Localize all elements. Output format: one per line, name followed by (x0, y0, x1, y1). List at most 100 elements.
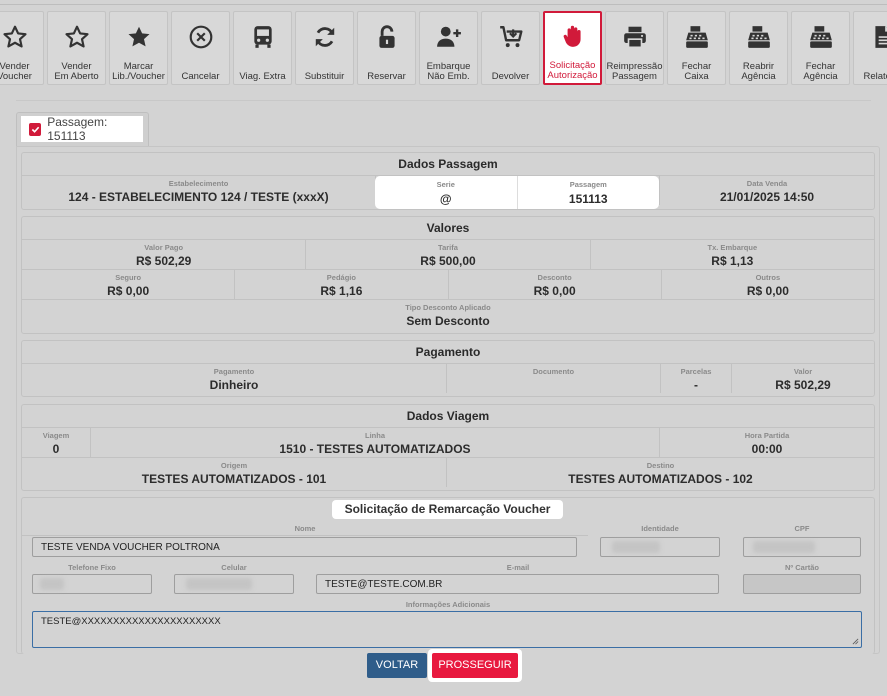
cart-return-icon (499, 26, 522, 48)
celular-label: Celular (221, 563, 247, 572)
field-value: 1510 - TESTES AUTOMATIZADOS (279, 442, 471, 456)
hand-stop-icon (563, 25, 581, 47)
fechar-agencia-button[interactable]: Fechar Agência (791, 11, 850, 85)
action-toolbar: Vender Voucher Vender Em Aberto Marcar L… (0, 11, 887, 87)
reservar-button[interactable]: Reservar (357, 11, 416, 85)
star-filled-icon (127, 26, 150, 47)
section-title: Pagamento (22, 341, 874, 364)
nome-input[interactable]: TESTE VENDA VOUCHER POLTRONA (32, 537, 577, 557)
serie-passagem-highlight: Serie @ Passagem 151113 (375, 176, 659, 209)
toolbar-label: Reimpressão Passagem (606, 61, 663, 82)
vender-voucher-button[interactable]: Vender Voucher (0, 11, 44, 85)
bus-icon (253, 26, 272, 48)
checkbox-checked[interactable] (29, 122, 42, 136)
field-label: Hora Partida (744, 431, 790, 440)
field-label: Destino (646, 461, 675, 470)
voltar-button[interactable]: VOLTAR (367, 653, 427, 678)
field-value: Sem Desconto (406, 314, 490, 328)
fechar-caixa-button[interactable]: Fechar Caixa (667, 11, 726, 85)
devolver-button[interactable]: Devolver (481, 11, 540, 85)
destino-field: Destino TESTES AUTOMATIZADOS - 102 (447, 458, 874, 487)
field-label: Documento (532, 367, 575, 376)
tab-passagem[interactable]: Passagem: 151113 (16, 112, 149, 146)
resize-handle-icon[interactable] (852, 638, 859, 645)
cartao-label: Nº Cartão (785, 563, 819, 572)
section-title: Dados Viagem (22, 405, 874, 428)
cpf-label: CPF (794, 524, 810, 533)
toolbar-label: Fechar Agência (803, 61, 838, 82)
user-plus-icon (436, 26, 461, 47)
field-value: TESTES AUTOMATIZADOS - 102 (568, 472, 753, 486)
field-value: 151113 (568, 192, 608, 206)
field-label: Desconto (537, 273, 572, 282)
field-label: Serie (436, 180, 455, 189)
embarque-nao-emb-button[interactable]: Embarque Não Emb. (419, 11, 478, 85)
field-label: Tx. Embarque (707, 243, 758, 252)
field-value: TESTES AUTOMATIZADOS - 101 (141, 472, 327, 486)
toolbar-label: Solicitação Autorização (547, 60, 598, 81)
email-input[interactable]: TESTE@TESTE.COM.BR (316, 574, 719, 594)
seguro-field: Seguro R$ 0,00 (22, 270, 236, 299)
toolbar-label: Devolver (491, 71, 530, 82)
cartao-input[interactable] (743, 574, 861, 594)
star-outline-icon (2, 25, 27, 48)
hora-partida-field: Hora Partida 00:00 (660, 428, 874, 457)
reimpressao-passagem-button[interactable]: Reimpressão Passagem (605, 11, 664, 85)
cancel-circle-icon (189, 25, 212, 49)
redacted-value (612, 541, 660, 553)
substituir-button[interactable]: Substituir (295, 11, 354, 85)
identidade-label: Identidade (641, 524, 679, 533)
star-outline-icon (64, 25, 89, 48)
section-title: Dados Passagem (22, 153, 874, 176)
field-value: @ (439, 192, 452, 206)
document-icon (874, 26, 887, 48)
toolbar-label: Vender Voucher (0, 61, 32, 82)
tipo-desconto-field: Tipo Desconto Aplicado Sem Desconto (22, 300, 874, 329)
parcelas-field: Parcelas - (661, 364, 732, 393)
redacted-value (753, 541, 815, 553)
viagem-field: Viagem 0 (22, 428, 91, 457)
serie-field: Serie @ (375, 176, 518, 209)
field-label: Origem (220, 461, 248, 470)
pedagio-field: Pedágio R$ 1,16 (235, 270, 449, 299)
top-divider (0, 4, 887, 5)
origem-field: Origem TESTES AUTOMATIZADOS - 101 (22, 458, 447, 487)
tarifa-field: Tarifa R$ 500,00 (306, 240, 591, 269)
section-title: Valores (22, 217, 874, 240)
redacted-value (40, 578, 64, 590)
field-label: Valor Pago (144, 243, 184, 252)
printer-icon (623, 26, 646, 49)
field-value: Dinheiro (209, 378, 259, 392)
field-label: Viagem (42, 431, 70, 440)
linha-field: Linha 1510 - TESTES AUTOMATIZADOS (91, 428, 660, 457)
toolbar-label: Reabrir Agência (741, 61, 776, 82)
form-title: Solicitação de Remarcação Voucher (332, 500, 563, 519)
redacted-value (186, 578, 252, 590)
relatorio-button[interactable]: Relatório (853, 11, 887, 85)
field-label: Tipo Desconto Aplicado (405, 303, 491, 312)
tx-embarque-field: Tx. Embarque R$ 1,13 (591, 240, 874, 269)
prosseguir-button[interactable]: PROSSEGUIR (432, 653, 518, 678)
vender-em-aberto-button[interactable]: Vender Em Aberto (47, 11, 106, 85)
cash-register-icon (809, 26, 832, 48)
field-value: R$ 0,00 (107, 284, 150, 298)
field-value: 0 (52, 442, 60, 456)
field-label: Tarifa (438, 243, 458, 252)
solicitacao-autorizacao-button[interactable]: Solicitação Autorização (543, 11, 602, 85)
reabrir-agencia-button[interactable]: Reabrir Agência (729, 11, 788, 85)
cancelar-button[interactable]: Cancelar (171, 11, 230, 85)
informacoes-textarea[interactable]: TESTE@XXXXXXXXXXXXXXXXXXXXXX (32, 611, 862, 648)
field-label: Estabelecimento (168, 179, 229, 188)
toolbar-label: Relatório (863, 71, 887, 82)
toolbar-label: Fechar Caixa (681, 61, 712, 82)
marcar-lib-voucher-button[interactable]: Marcar Lib./Voucher (109, 11, 168, 85)
field-value: R$ 502,29 (135, 254, 192, 268)
data-venda-field: Data Venda 21/01/2025 14:50 (660, 176, 874, 205)
field-label: Seguro (115, 273, 142, 282)
field-value (447, 376, 660, 378)
viag-extra-button[interactable]: Viag. Extra (233, 11, 292, 85)
field-label: Passagem (569, 180, 607, 189)
pagamento-section: Pagamento Pagamento Dinheiro Documento P… (21, 340, 875, 397)
valor-pago-field: Valor Pago R$ 502,29 (22, 240, 307, 269)
toolbar-label: Substituir (304, 71, 345, 82)
